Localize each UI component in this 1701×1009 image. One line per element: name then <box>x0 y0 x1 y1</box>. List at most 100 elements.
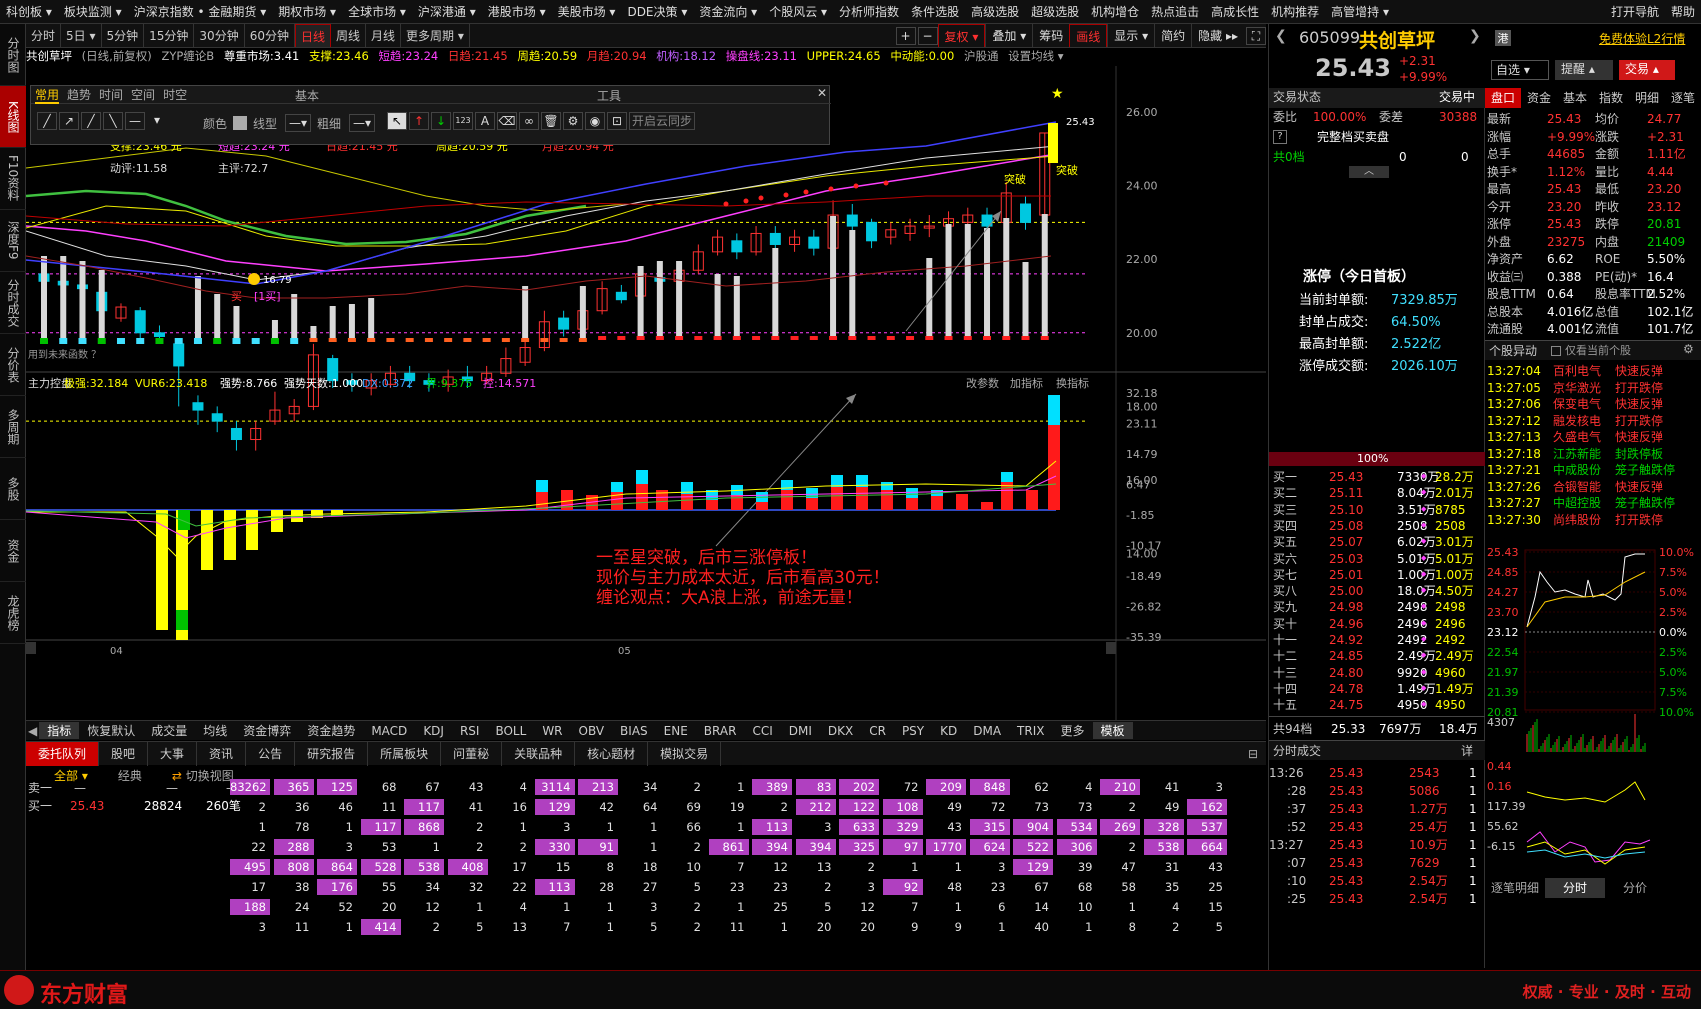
topnav-item[interactable]: 高级选股 <box>965 3 1025 20</box>
indicator-tab[interactable]: 更多 <box>1052 722 1092 739</box>
topnav-item[interactable]: 热点追击 <box>1145 3 1205 20</box>
indicator-tab[interactable]: CCI <box>744 724 780 738</box>
indicator-tab[interactable]: PSY <box>894 724 932 738</box>
drawing-tab[interactable]: 趋势 <box>67 88 91 102</box>
alert-stock[interactable]: 尚纬股份 <box>1553 511 1601 529</box>
kline-chart[interactable]: 26.0024.0022.0020.0018.0016.0014.00支撑:23… <box>26 66 1266 720</box>
indicator-tab[interactable]: DMI <box>781 724 820 738</box>
delete-icon[interactable]: 🗑 <box>541 112 561 130</box>
leftnav-item[interactable]: 多股 <box>0 458 26 520</box>
period-button[interactable]: 更多周期 ▾ <box>401 24 470 47</box>
quote-tab[interactable]: 盘口 <box>1485 88 1521 108</box>
info-tab[interactable]: 问董秘 <box>441 741 503 766</box>
line-tool-icon[interactable]: ╱ <box>81 112 101 130</box>
chart-tool-button[interactable]: 显示 ▾ <box>1107 24 1154 47</box>
leftnav-item[interactable]: K线图 <box>0 86 26 148</box>
topnav-item[interactable]: 分析师指数 <box>833 3 905 20</box>
leftnav-item[interactable]: 多周期 <box>0 396 26 458</box>
indicator-tab[interactable]: BIAS <box>612 724 656 738</box>
indicator-tab[interactable]: CR <box>861 724 894 738</box>
zoom-in-icon[interactable]: + <box>895 26 916 45</box>
info-tab[interactable]: 模拟交易 <box>648 741 722 766</box>
down-arrow-icon[interactable]: ↓ <box>431 112 451 130</box>
quote-tab[interactable]: 指数 <box>1593 88 1629 108</box>
alert-stock[interactable]: 百利电气 <box>1553 362 1601 380</box>
full-orderbook-button[interactable]: 完整档买卖盘 <box>1317 128 1389 146</box>
add-indicator-button[interactable]: 加指标 <box>1010 376 1043 390</box>
drawing-tab[interactable]: 常用 <box>35 88 60 104</box>
checkbox[interactable] <box>1551 346 1561 356</box>
info-tab[interactable]: 资讯 <box>197 741 247 766</box>
collapse-icon[interactable]: ⊟ <box>1248 747 1258 761</box>
topnav-item[interactable]: 沪深港通 ▾ <box>412 3 482 20</box>
topnav-item[interactable]: 超级选股 <box>1025 3 1085 20</box>
topnav-right-item[interactable]: 打开导航 <box>1605 3 1665 20</box>
settings-icon[interactable]: ⚙ <box>563 112 583 130</box>
horizontal-line-tool-icon[interactable]: — <box>125 112 145 130</box>
chart-tool-button[interactable]: 筹码 <box>1032 24 1069 47</box>
leftnav-item[interactable]: 分时成交 <box>0 272 26 334</box>
mini-chart-tab[interactable]: 分时 <box>1545 878 1605 898</box>
tick-detail-button[interactable]: 详 <box>1461 742 1473 760</box>
leftnav-item[interactable]: 深度F9 <box>0 210 26 272</box>
info-tab[interactable]: 关联品种 <box>502 741 576 766</box>
quote-tab[interactable]: 资金 <box>1521 88 1557 108</box>
alert-stock[interactable]: 京华激光 <box>1553 379 1601 397</box>
period-button[interactable]: 日线 <box>294 24 331 47</box>
topnav-item[interactable]: 条件选股 <box>905 3 965 20</box>
period-button[interactable]: 60分钟 <box>245 24 295 47</box>
info-tab[interactable]: 所属板块 <box>368 741 442 766</box>
alert-stock[interactable]: 久盛电气 <box>1553 428 1601 446</box>
intraday-mini-chart[interactable]: 25.43 10.0% 24.85 7.5% 24.27 5.0% 23.70 2.5% 23.… <box>1485 542 1701 872</box>
drawing-tab[interactable]: 时间 <box>99 88 123 102</box>
change-param-button[interactable]: 改参数 <box>966 376 999 390</box>
indicator-tab[interactable]: MACD <box>363 724 415 738</box>
mini-chart-tab[interactable]: 逐笔明细 <box>1485 878 1545 898</box>
chart-tool-button[interactable]: 叠加 ▾ <box>985 24 1032 47</box>
indicator-tab[interactable]: RSI <box>452 724 488 738</box>
prev-stock-icon[interactable]: ❮ <box>1275 28 1287 44</box>
topnav-item[interactable]: 个股风云 ▾ <box>763 3 833 20</box>
topnav-item[interactable]: 板块监测 ▾ <box>58 3 128 20</box>
topnav-item[interactable]: 科创板 ▾ <box>0 3 58 20</box>
alert-stock[interactable]: 江苏新能 <box>1553 445 1601 463</box>
linetype-select[interactable]: —▾ <box>285 114 312 132</box>
indicator-tab[interactable]: KDJ <box>415 724 452 738</box>
quote-tab[interactable]: 基本 <box>1557 88 1593 108</box>
indicator-tab[interactable]: DMA <box>965 724 1009 738</box>
period-button[interactable]: 5分钟 <box>102 24 145 47</box>
indicator-tab[interactable]: 均线 <box>195 722 235 739</box>
trade-button[interactable]: 交易 ▴ <box>1619 60 1675 80</box>
info-tab[interactable]: 委托队列 <box>26 741 100 766</box>
indicator-tab[interactable]: WR <box>534 724 570 738</box>
next-stock-icon[interactable]: ❯ <box>1469 28 1481 44</box>
zoom-out-icon[interactable]: − <box>917 26 938 45</box>
drawing-tab[interactable]: 空间 <box>131 88 155 102</box>
eraser-icon[interactable]: ⌫ <box>497 112 517 130</box>
extend-line-tool-icon[interactable]: ╲ <box>103 112 123 130</box>
topnav-item[interactable]: 港股市场 ▾ <box>482 3 552 20</box>
drawing-tab[interactable]: 时空 <box>163 88 187 102</box>
indicator-tab[interactable]: TRIX <box>1009 724 1052 738</box>
mini-chart-tab[interactable]: 分价 <box>1605 878 1665 898</box>
chart-tool-button[interactable]: 画线 <box>1069 24 1108 47</box>
info-tab[interactable]: 公告 <box>246 741 296 766</box>
indicator-tab[interactable]: DKX <box>820 724 861 738</box>
indicator-tab[interactable]: 资金趋势 <box>299 722 363 739</box>
close-icon[interactable]: ✕ <box>817 86 827 100</box>
topnav-item[interactable]: 美股市场 ▾ <box>552 3 622 20</box>
period-button[interactable]: 30分钟 <box>194 24 245 47</box>
topnav-item[interactable]: 期权市场 ▾ <box>272 3 342 20</box>
topnav-item[interactable]: 全球市场 ▾ <box>342 3 412 20</box>
color-swatch[interactable] <box>233 116 248 130</box>
info-tab[interactable]: 核心题材 <box>575 741 649 766</box>
leftnav-item[interactable]: 分价表 <box>0 334 26 396</box>
number-icon[interactable]: 123 <box>453 112 473 130</box>
indicator-tab[interactable]: 恢复默认 <box>79 722 143 739</box>
alert-button[interactable]: 提醒 ▴ <box>1555 60 1613 80</box>
indicator-tab[interactable]: OBV <box>571 724 613 738</box>
chart-tool-button[interactable]: 简约 <box>1154 24 1191 47</box>
period-button[interactable]: 月线 <box>366 24 402 47</box>
indicator-tab[interactable]: 成交量 <box>143 722 195 739</box>
cloud-sync-button[interactable]: 开启云同步 <box>629 112 695 130</box>
